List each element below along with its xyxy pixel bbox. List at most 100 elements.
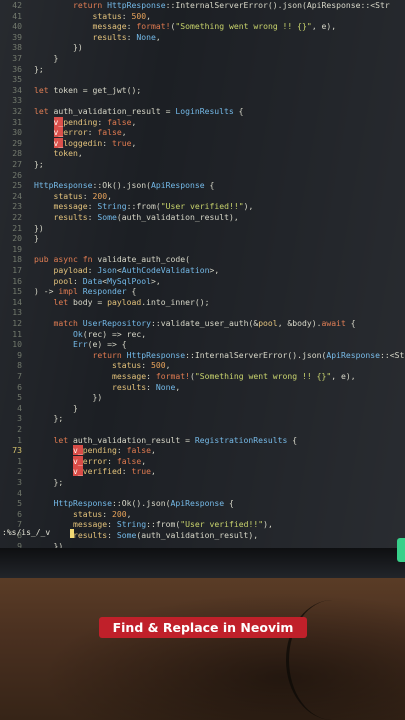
code-line[interactable]: 30 v_error: false,	[0, 127, 405, 138]
code-token: })	[34, 222, 44, 233]
code-line[interactable]: 5 })	[0, 392, 405, 402]
code-line[interactable]: 27};	[0, 159, 405, 169]
code-token: auth_validation_result =	[53, 106, 176, 116]
code-line[interactable]: 7 message: String::from("User verified!!…	[0, 519, 405, 529]
code-token: message	[92, 21, 127, 32]
code-line[interactable]: 7 message: format!("Something went wrong…	[0, 371, 405, 381]
code-token: :	[126, 31, 137, 42]
code-token: status	[92, 10, 122, 21]
code-token: HttpResponse	[126, 349, 186, 360]
code-line[interactable]: 31 v_pending: false,	[0, 116, 405, 127]
code-token: {	[287, 434, 298, 445]
code-token: ),	[263, 519, 273, 530]
code-line[interactable]: 28 token,	[0, 148, 405, 158]
code-line[interactable]: 34 let token = get_jwt();	[0, 85, 405, 95]
code-line[interactable]: 37 }	[0, 53, 405, 63]
command-line[interactable]: :%s/is_/_v	[2, 528, 50, 538]
code-text: let body = payload.into_inner();	[34, 297, 210, 307]
code-token: UserRepository	[82, 318, 151, 328]
code-token: };	[34, 63, 44, 74]
code-line[interactable]: 18 pub async fn validate_auth_code(	[0, 254, 405, 264]
code-line[interactable]: 42 return HttpResponse::InternalServerEr…	[0, 0, 405, 10]
code-line[interactable]: 26	[0, 170, 405, 180]
code-token: Ok	[72, 328, 83, 339]
code-line[interactable]: 21})	[0, 223, 405, 233]
code-line[interactable]: 14 let body = payload.into_inner();	[0, 297, 405, 307]
search-match: v_	[53, 116, 64, 127]
code-line[interactable]: 4	[0, 488, 405, 498]
code-line[interactable]: 12 match UserRepository::validate_user_a…	[0, 318, 405, 328]
code-line[interactable]: 13	[0, 307, 405, 317]
code-text: let auth_validation_result = Registratio…	[34, 434, 298, 445]
code-line[interactable]: 40 message: format!("Something went wron…	[0, 21, 405, 31]
code-token: ::from(	[146, 519, 181, 530]
code-text: HttpResponse::Ok().json(ApiResponse {	[34, 180, 214, 190]
code-line[interactable]: 23 message: String::from("User verified!…	[0, 201, 405, 211]
code-line[interactable]: 35	[0, 74, 405, 84]
code-line[interactable]: 73 v_pending: false,	[0, 445, 405, 456]
code-text: v_pending: false,	[34, 445, 156, 456]
code-line[interactable]: 5 HttpResponse::Ok().json(ApiResponse {	[0, 498, 405, 508]
code-text: })	[34, 223, 44, 233]
code-token: pub async fn	[34, 254, 98, 265]
code-line[interactable]: 1 v_error: false,	[0, 455, 405, 466]
code-token: ApiResponse	[326, 349, 381, 360]
code-token: String	[97, 201, 127, 212]
code-line[interactable]: 25 HttpResponse::Ok().json(ApiResponse {	[0, 180, 405, 190]
code-line[interactable]: 9 })	[0, 541, 405, 548]
code-token: results	[53, 212, 88, 222]
code-line[interactable]: 6 status: 200,	[0, 509, 405, 519]
code-line[interactable]: 38 })	[0, 42, 405, 52]
code-line[interactable]: 1 let auth_validation_result = Registrat…	[0, 435, 405, 445]
code-token: Data	[82, 275, 103, 286]
code-token: :	[146, 381, 156, 392]
code-line[interactable]: 41 status: 500,	[0, 11, 405, 21]
code-line[interactable]: 24 status: 200,	[0, 191, 405, 201]
code-line[interactable]: 32 let auth_validation_result = LoginResu…	[0, 106, 405, 116]
code-line[interactable]: 29 v_loggedin: true,	[0, 137, 405, 148]
code-line[interactable]: 11 Ok(rec) => rec,	[0, 329, 405, 339]
code-line[interactable]: 20}	[0, 233, 405, 243]
line-number: 31	[12, 116, 22, 127]
code-token: format!	[155, 371, 190, 381]
code-line[interactable]: 16 pool: Data<MySqlPool>,	[0, 276, 405, 286]
code-line[interactable]: 36};	[0, 64, 405, 74]
code-token: true	[111, 137, 132, 148]
code-line[interactable]: 33	[0, 95, 405, 105]
code-text: pub async fn validate_auth_code(	[34, 254, 190, 264]
code-text: status: 200,	[34, 509, 132, 519]
code-token: verified	[82, 466, 122, 477]
line-number: 6	[17, 381, 22, 392]
code-token: ,	[155, 31, 161, 42]
code-token: :	[87, 127, 98, 138]
code-token: message	[111, 371, 147, 381]
code-line[interactable]: 2	[0, 424, 405, 434]
code-line[interactable]: 10 Err(e) => {	[0, 339, 405, 349]
line-number: 15	[12, 286, 22, 297]
code-line[interactable]: 2 v_verified: true,	[0, 466, 405, 477]
code-token: :	[107, 530, 117, 540]
code-line[interactable]: 8 status: 500,	[0, 360, 405, 370]
line-number: 14	[12, 296, 22, 307]
code-line[interactable]: 9 return HttpResponse::InternalServerErr…	[0, 350, 405, 360]
code-line[interactable]: 4 }	[0, 403, 405, 413]
code-line[interactable]: 22 results: Some(auth_validation_result)…	[0, 212, 405, 222]
code-line[interactable]: 3 };	[0, 477, 405, 487]
line-number: 18	[12, 254, 22, 265]
code-token: None	[155, 381, 176, 392]
code-line[interactable]: 19	[0, 244, 405, 254]
code-line[interactable]: 17 payload: Json<AuthCodeValidation>,	[0, 265, 405, 275]
code-line[interactable]: 6 results: None,	[0, 382, 405, 392]
code-text: results: None,	[34, 31, 161, 42]
code-token: MySqlPool	[107, 275, 151, 286]
code-line[interactable]: 15) -> impl Responder {	[0, 286, 405, 296]
code-token: return	[92, 349, 127, 360]
code-line[interactable]: 39 results: None,	[0, 32, 405, 42]
code-text: message: String::from("User verified!!")…	[34, 519, 273, 529]
code-line[interactable]: 3 };	[0, 413, 405, 423]
code-line[interactable]: 8 results: Some(auth_validation_result),	[0, 530, 405, 540]
